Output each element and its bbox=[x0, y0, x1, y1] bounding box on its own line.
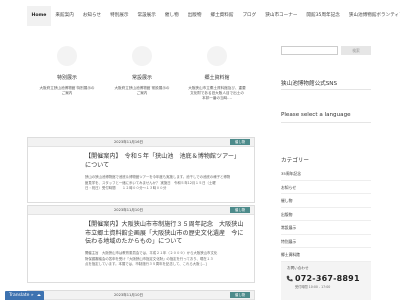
nav-blog[interactable]: ブログ bbox=[238, 6, 261, 26]
feature-title: 特別展示 bbox=[56, 75, 77, 81]
contact-box: お問い合わせ 072-367-8891 受付時間 10:00 - 17:00 bbox=[281, 262, 371, 300]
feature-permanent-exhibition[interactable]: 常設展示 大阪府立狭山池博物館 常設展示の ご案内 bbox=[107, 46, 177, 96]
nav-publications[interactable]: 出版物 bbox=[183, 6, 206, 26]
nav-35th-anniversary[interactable]: 開館35周年記念 bbox=[302, 6, 344, 26]
feature-description: 大阪府立狭山池博物館 常設展示の ご案内 bbox=[114, 86, 170, 95]
phone-icon bbox=[286, 275, 293, 282]
divider bbox=[281, 89, 371, 90]
category-item-publications[interactable]: 出版物 bbox=[281, 208, 371, 221]
nav-volunteer[interactable]: 狭山池博物館ボランティア bbox=[344, 6, 400, 26]
category-list: 35周年記念 お知らせ 催し物 出版物 常設展示 特別展示 郷土資料館 bbox=[281, 167, 371, 262]
feature-image bbox=[132, 46, 152, 66]
main-nav: Home 来館案内 お知らせ 特別展示 常設展示 催し物 出版物 郷土資料館 ブ… bbox=[0, 0, 400, 31]
category-heading: カテゴリー bbox=[281, 158, 309, 164]
contact-label: お問い合わせ bbox=[287, 266, 309, 270]
language-heading: Please select a language bbox=[281, 112, 351, 118]
category-item-35th[interactable]: 35周年記念 bbox=[281, 167, 371, 181]
nav-permanent-exhibition[interactable]: 常設展示 bbox=[133, 6, 160, 26]
post-header: 2023年11月10日 催し物 bbox=[28, 291, 254, 300]
caret-up-icon bbox=[37, 294, 41, 296]
contact-phone[interactable]: 072-367-8891 bbox=[295, 274, 360, 283]
category-item-local-museum[interactable]: 郷土資料館 bbox=[281, 248, 371, 262]
post-header: 2023年11月10日 催し物 bbox=[28, 206, 254, 215]
post-title[interactable]: 【開催案内】 令和５年「狭山池 池底＆博物館ツアー」 について bbox=[85, 153, 255, 170]
nav-special-exhibition[interactable]: 特別展示 bbox=[106, 6, 133, 26]
post-date: 2023年11月16日 bbox=[114, 140, 144, 144]
search-button[interactable]: 検索 bbox=[341, 46, 371, 55]
nav-news[interactable]: お知らせ bbox=[78, 6, 105, 26]
nav-local-museum[interactable]: 郷土資料館 bbox=[206, 6, 238, 26]
feature-image bbox=[207, 46, 227, 66]
contact-hours: 受付時間 10:00 - 17:00 bbox=[295, 285, 331, 289]
feature-image bbox=[57, 46, 77, 66]
category-item-special[interactable]: 特別展示 bbox=[281, 235, 371, 248]
feature-special-exhibition[interactable]: 特別展示 大阪府立狭山池博物館 特別展示の ご案内 bbox=[32, 46, 102, 96]
post-category-tag[interactable]: 催し物 bbox=[230, 139, 250, 145]
post-header: 2023年11月16日 催し物 bbox=[28, 138, 254, 147]
nav-home[interactable]: Home bbox=[27, 6, 51, 26]
post-excerpt: 開催主旨 大阪狭山市は教育委員会では、平成２１年（２００９）から大阪狭山市文化財… bbox=[85, 251, 218, 266]
nav-osakasayama-corner[interactable]: 狭山市コーナー bbox=[261, 6, 302, 26]
category-item-permanent[interactable]: 常設展示 bbox=[281, 221, 371, 235]
post-date: 2023年11月10日 bbox=[114, 208, 144, 212]
feature-local-museum[interactable]: 郷土資料館 大阪狭山市立郷土資料館及び、重要 文化財である旧大阪人目で出土の 本邦一… bbox=[182, 46, 252, 101]
post-title[interactable]: 【開催案内】大阪狭山市市制施行３５周年記念 大阪狭山 市立郷土資料館企画展「大阪狭… bbox=[85, 221, 255, 247]
translate-button[interactable]: Translate » bbox=[5, 291, 44, 300]
category-item-news[interactable]: お知らせ bbox=[281, 181, 371, 194]
feature-title: 常設展示 bbox=[131, 75, 152, 81]
translate-label: Translate » bbox=[9, 293, 34, 298]
feature-description: 大阪狭山市立郷土資料館及び、重要 文化財である旧大阪人目で出土の 本邦一番の当時..… bbox=[188, 86, 246, 100]
post-category-tag[interactable]: 催し物 bbox=[230, 292, 250, 298]
search-input[interactable] bbox=[281, 46, 338, 55]
post-category-tag[interactable]: 催し物 bbox=[230, 207, 250, 213]
category-item-events[interactable]: 催し物 bbox=[281, 194, 371, 208]
post-card[interactable]: 2023年11月16日 催し物 【開催案内】 令和５年「狭山池 池底＆博物館ツア… bbox=[27, 137, 255, 203]
post-card[interactable]: 2023年11月10日 催し物 bbox=[27, 290, 255, 300]
feature-description: 大阪府立狭山池博物館 特別展示の ご案内 bbox=[39, 86, 95, 95]
post-card[interactable]: 2023年11月10日 催し物 【開催案内】大阪狭山市市制施行３５周年記念 大阪… bbox=[27, 205, 255, 283]
feature-title: 郷土資料館 bbox=[204, 75, 230, 81]
nav-events[interactable]: 催し物 bbox=[160, 6, 183, 26]
sns-heading: 狭山池博物館公式SNS bbox=[281, 81, 338, 87]
post-excerpt: 狭山の狭山池博物館で池底＆博物館ツアーを今年度も実施します。池干しでの池底の様子… bbox=[85, 175, 231, 190]
post-date: 2023年11月10日 bbox=[114, 293, 144, 297]
divider bbox=[281, 122, 371, 123]
nav-visitor-guide[interactable]: 来館案内 bbox=[51, 6, 78, 26]
